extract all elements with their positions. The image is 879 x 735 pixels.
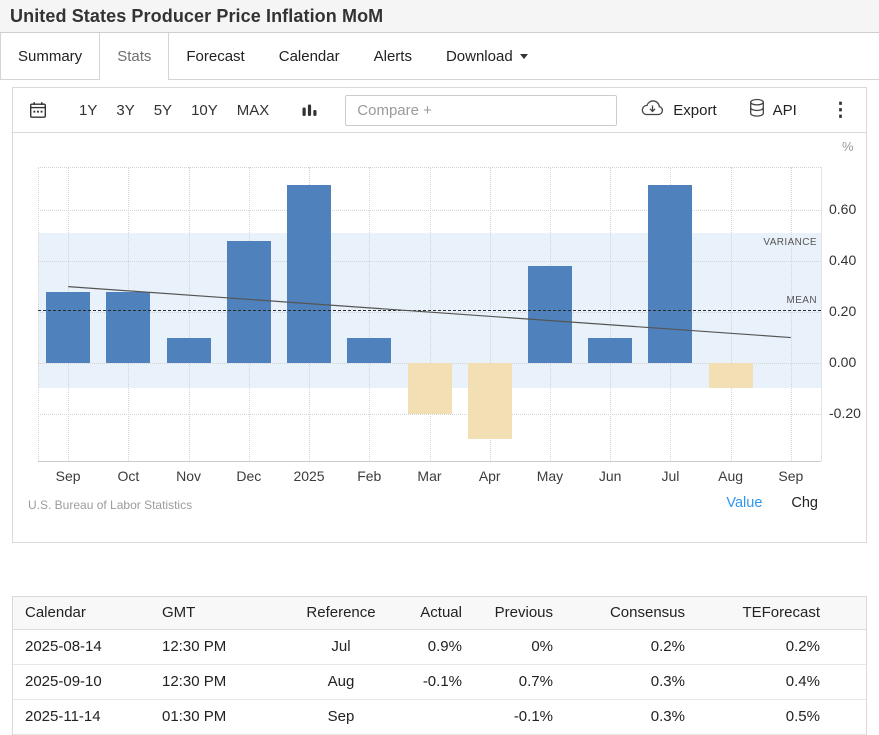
tab-summary[interactable]: Summary bbox=[0, 33, 99, 79]
table-cell: 0.5% bbox=[685, 699, 866, 734]
value-toggle[interactable]: Value bbox=[726, 495, 762, 511]
x-tick-label: Jul bbox=[640, 468, 700, 484]
export-cloud-icon bbox=[639, 99, 666, 122]
table-cell: Sep bbox=[291, 699, 391, 734]
variance-label: VARIANCE bbox=[38, 237, 817, 248]
column-header-gmt: GMT bbox=[161, 597, 291, 629]
api-button[interactable]: API bbox=[748, 98, 797, 123]
x-tick-label: 2025 bbox=[279, 468, 339, 484]
kebab-menu-icon[interactable]: ⋮ bbox=[831, 101, 850, 120]
export-button[interactable]: Export bbox=[639, 99, 716, 122]
calendar-table: CalendarGMTReferenceActualPreviousConsen… bbox=[12, 596, 867, 735]
column-header-teforecast: TEForecast bbox=[685, 597, 866, 629]
table-cell: 0.2% bbox=[685, 629, 866, 664]
page-title: United States Producer Price Inflation M… bbox=[10, 6, 383, 27]
x-tick-label: Oct bbox=[98, 468, 158, 484]
trend-line bbox=[38, 167, 821, 461]
table-cell: 12:30 PM bbox=[161, 629, 291, 664]
tab-stats[interactable]: Stats bbox=[99, 33, 169, 79]
table-row[interactable]: 2025-08-1412:30 PMJul0.9%0%0.2%0.2% bbox=[13, 629, 866, 664]
table-cell: Jul bbox=[291, 629, 391, 664]
chg-toggle[interactable]: Chg bbox=[791, 495, 818, 511]
table-row[interactable]: 2025-11-1401:30 PMSep -0.1%0.3%0.5% bbox=[13, 699, 866, 734]
source-attribution: U.S. Bureau of Labor Statistics bbox=[28, 498, 192, 512]
range-max[interactable]: MAX bbox=[237, 102, 270, 119]
y-axis-unit-label: % bbox=[842, 139, 854, 154]
y-tick-label: 0.00 bbox=[829, 354, 875, 370]
chart-card: % VARIANCEMEAN0.600.400.200.00-0.20SepOc… bbox=[12, 133, 867, 543]
table-cell: 0.3% bbox=[553, 664, 685, 699]
page: United States Producer Price Inflation M… bbox=[0, 0, 879, 735]
table-cell: 2025-08-14 bbox=[13, 629, 161, 664]
range-3y[interactable]: 3Y bbox=[116, 102, 134, 119]
chart-toolbar: 1Y 3Y 5Y 10Y MAX Export bbox=[12, 87, 867, 133]
table-cell: 01:30 PM bbox=[161, 699, 291, 734]
x-tick-label: Mar bbox=[399, 468, 459, 484]
column-header-previous: Previous bbox=[462, 597, 553, 629]
x-tick-label: Aug bbox=[701, 468, 761, 484]
tab-calendar[interactable]: Calendar bbox=[262, 33, 357, 79]
tab-label: Calendar bbox=[279, 48, 340, 65]
table-cell: 0.3% bbox=[553, 699, 685, 734]
x-axis-line bbox=[38, 461, 821, 462]
column-header-reference: Reference bbox=[291, 597, 391, 629]
tab-download[interactable]: Download bbox=[429, 33, 545, 79]
tab-label: Download bbox=[446, 48, 513, 65]
caret-down-icon bbox=[520, 54, 528, 59]
table-cell: 12:30 PM bbox=[161, 664, 291, 699]
x-tick-label: Nov bbox=[158, 468, 218, 484]
y-tick-label: 0.40 bbox=[829, 252, 875, 268]
table-cell: 2025-09-10 bbox=[13, 664, 161, 699]
table-cell: 0% bbox=[462, 629, 553, 664]
table-cell: 0.2% bbox=[553, 629, 685, 664]
bar-chart-icon[interactable] bbox=[302, 101, 317, 120]
table-cell: 2025-11-14 bbox=[13, 699, 161, 734]
column-header-actual: Actual bbox=[391, 597, 462, 629]
tab-alerts[interactable]: Alerts bbox=[357, 33, 429, 79]
range-5y[interactable]: 5Y bbox=[154, 102, 172, 119]
api-database-icon bbox=[748, 98, 766, 123]
tab-forecast[interactable]: Forecast bbox=[169, 33, 261, 79]
x-tick-label: Jun bbox=[580, 468, 640, 484]
column-header-calendar: Calendar bbox=[13, 597, 161, 629]
table-cell: 0.7% bbox=[462, 664, 553, 699]
x-tick-label: Feb bbox=[339, 468, 399, 484]
range-1y[interactable]: 1Y bbox=[79, 102, 97, 119]
calendar-icon[interactable] bbox=[28, 100, 48, 120]
x-tick-label: Sep bbox=[38, 468, 98, 484]
y-tick-label: 0.20 bbox=[829, 303, 875, 319]
tab-bar: Summary Stats Forecast Calendar Alerts Downlo… bbox=[0, 33, 879, 80]
y-tick-label: 0.60 bbox=[829, 201, 875, 217]
compare-input[interactable] bbox=[345, 95, 617, 126]
tab-label: Summary bbox=[18, 48, 82, 65]
tab-label: Alerts bbox=[374, 48, 412, 65]
table-cell: -0.1% bbox=[462, 699, 553, 734]
tab-label: Stats bbox=[117, 48, 151, 65]
table-cell: 0.4% bbox=[685, 664, 866, 699]
x-tick-label: Dec bbox=[219, 468, 279, 484]
column-header-consensus: Consensus bbox=[553, 597, 685, 629]
chart-mode-toggle: Value Chg bbox=[726, 495, 818, 511]
x-tick-label: May bbox=[520, 468, 580, 484]
x-tick-label: Apr bbox=[460, 468, 520, 484]
tab-label: Forecast bbox=[186, 48, 244, 65]
title-band: United States Producer Price Inflation M… bbox=[0, 0, 879, 33]
export-label: Export bbox=[673, 102, 716, 119]
y-tick-label: -0.20 bbox=[829, 405, 875, 421]
range-10y[interactable]: 10Y bbox=[191, 102, 218, 119]
table-cell: -0.1% bbox=[391, 664, 462, 699]
api-label: API bbox=[773, 102, 797, 119]
table-cell: 0.9% bbox=[391, 629, 462, 664]
mean-label: MEAN bbox=[38, 295, 817, 306]
table-cell bbox=[391, 699, 462, 734]
x-tick-label: Sep bbox=[761, 468, 821, 484]
table-row[interactable]: 2025-09-1012:30 PMAug-0.1%0.7%0.3%0.4% bbox=[13, 664, 866, 699]
range-selector: 1Y 3Y 5Y 10Y MAX bbox=[79, 102, 269, 119]
table-cell: Aug bbox=[291, 664, 391, 699]
plot-right-border bbox=[821, 167, 822, 461]
